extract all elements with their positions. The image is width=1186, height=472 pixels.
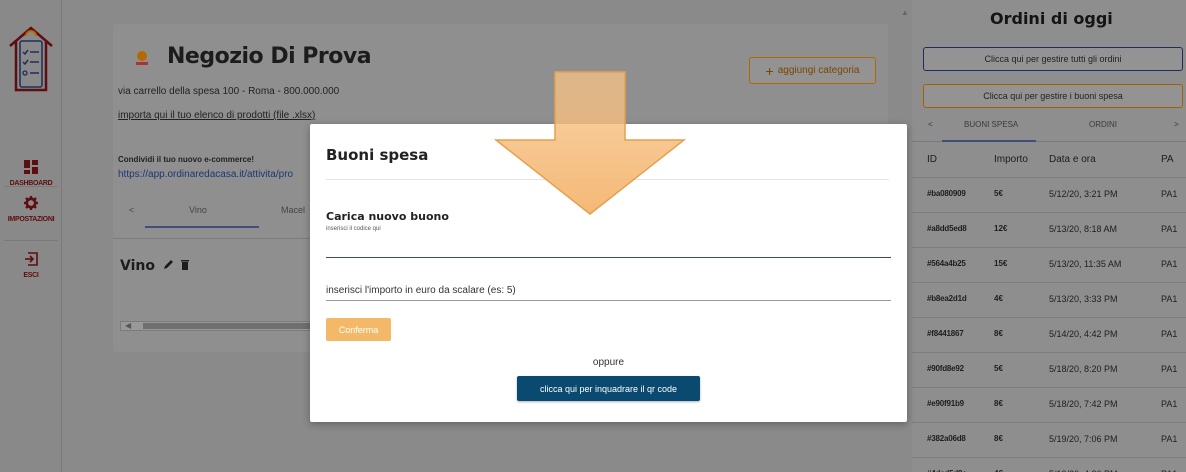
trash-icon[interactable]: [180, 259, 189, 270]
order-pa: PA1: [1161, 434, 1178, 444]
sidebar-item-impostazioni[interactable]: IMPOSTAZIONI: [0, 196, 62, 223]
sidebar-item-dashboard[interactable]: DASHBOARD: [0, 160, 62, 187]
table-row[interactable]: #b8ea2d1d 4€ 5/13/20, 3:33 PM PA1: [912, 282, 1186, 315]
chevron-right-icon[interactable]: >: [1174, 120, 1179, 129]
divider: [113, 238, 313, 239]
order-amount: 5€: [994, 364, 1003, 373]
shop-logo-icon: [136, 51, 148, 65]
scan-qr-button[interactable]: clicca qui per inquadrare il qr code: [517, 376, 700, 401]
category-name: Vino: [120, 258, 155, 274]
plus-icon: +: [765, 62, 774, 79]
order-datetime: 5/18/20, 7:42 PM: [1049, 399, 1118, 409]
order-pa: PA1: [1161, 189, 1178, 199]
shop-name: Negozio Di Prova: [167, 44, 372, 69]
manage-vouchers-button[interactable]: Clicca qui per gestire i buoni spesa: [923, 84, 1183, 108]
gear-icon: [24, 196, 38, 210]
dashboard-icon: [24, 160, 38, 174]
share-url-link[interactable]: https://app.ordinaredacasa.it/attivita/p…: [118, 169, 293, 180]
table-row[interactable]: #e90f91b9 8€ 5/18/20, 7:42 PM PA1: [912, 387, 1186, 420]
order-pa: PA1: [1161, 224, 1178, 234]
table-row[interactable]: #382a06d8 8€ 5/19/20, 7:06 PM PA1: [912, 422, 1186, 455]
scroll-left-icon[interactable]: ◀: [125, 321, 131, 330]
confirm-button[interactable]: Conferma: [326, 318, 391, 341]
order-amount: 8€: [994, 329, 1003, 338]
shop-address: via carrello della spesa 100 - Roma - 80…: [118, 86, 340, 97]
active-tab-indicator: [145, 226, 259, 228]
category-tabs: < Vino Macel: [113, 194, 313, 230]
order-id: #382a06d8: [927, 434, 966, 443]
table-row[interactable]: #ba080909 5€ 5/12/20, 3:21 PM PA1: [912, 177, 1186, 210]
house-checklist-icon: [9, 26, 53, 92]
import-products-link[interactable]: importa qui il tuo elenco di prodotti (f…: [118, 110, 315, 121]
modal-title: Buoni spesa: [326, 146, 429, 164]
order-pa: PA1: [1161, 294, 1178, 304]
orders-tabs: < BUONI SPESA ORDINI >: [912, 112, 1186, 142]
order-datetime: 5/13/20, 3:33 PM: [1049, 294, 1118, 304]
order-datetime: 5/13/20, 8:18 AM: [1049, 224, 1118, 234]
tab-buoni-spesa[interactable]: BUONI SPESA: [964, 120, 1018, 129]
tab-vino[interactable]: Vino: [189, 205, 207, 215]
order-id: #e90f91b9: [927, 399, 964, 408]
order-id: #b8ea2d1d: [927, 294, 967, 303]
order-pa: PA1: [1161, 399, 1178, 409]
sidebar: DASHBOARD IMPOSTAZIONI ESCI: [0, 0, 62, 472]
order-datetime: 5/13/20, 11:35 AM: [1049, 259, 1122, 269]
order-id: #f8441867: [927, 329, 964, 338]
order-amount: 8€: [994, 434, 1003, 443]
scrollbar-thumb[interactable]: [143, 323, 315, 329]
table-row[interactable]: #564a4b25 15€ 5/13/20, 11:35 AM PA1: [912, 247, 1186, 280]
column-header-id: ID: [927, 154, 937, 165]
order-id: #a8dd5ed8: [927, 224, 967, 233]
table-row[interactable]: #a8dd5ed8 12€ 5/13/20, 8:18 AM PA1: [912, 212, 1186, 245]
order-amount: 8€: [994, 399, 1003, 408]
order-id: #564a4b25: [927, 259, 966, 268]
order-datetime: 5/19/20, 7:06 PM: [1049, 434, 1118, 444]
column-header-pa: PA: [1161, 154, 1174, 165]
tab-ordini[interactable]: ORDINI: [1089, 120, 1117, 129]
column-header-datetime: Data e ora: [1049, 154, 1096, 165]
voucher-code-input[interactable]: [326, 236, 891, 258]
or-label: oppure: [592, 357, 625, 368]
order-pa: PA1: [1161, 329, 1178, 339]
chevron-left-icon[interactable]: <: [129, 205, 134, 215]
orders-title: Ordini di oggi: [990, 9, 1113, 28]
order-datetime: 5/14/20, 4:42 PM: [1049, 329, 1118, 339]
table-row[interactable]: #f8441867 8€ 5/14/20, 4:42 PM PA1: [912, 317, 1186, 350]
table-row[interactable]: #90fd8e92 5€ 5/18/20, 8:20 PM PA1: [912, 352, 1186, 385]
sidebar-item-label: ESCI: [23, 272, 39, 279]
sidebar-item-esci[interactable]: ESCI: [0, 252, 62, 279]
upload-voucher-label: Carica nuovo buono: [326, 210, 449, 223]
sidebar-item-label: IMPOSTAZIONI: [7, 216, 55, 223]
add-category-label: aggiungi categoria: [777, 65, 860, 76]
amount-input[interactable]: [326, 281, 891, 301]
tab-macel[interactable]: Macel: [281, 205, 305, 215]
table-row[interactable]: #4dcd5d9c4€5/19/20, 4:36 PMPA1: [912, 457, 1186, 472]
chevron-left-icon[interactable]: <: [928, 120, 933, 129]
manage-orders-button[interactable]: Clicca qui per gestire tutti gli ordini: [923, 47, 1183, 71]
horizontal-scrollbar[interactable]: ◀: [120, 321, 315, 331]
add-category-button[interactable]: + aggiungi categoria: [749, 57, 876, 84]
code-field-hint: inserisci il codice qui: [326, 226, 381, 232]
divider: [4, 186, 58, 187]
order-datetime: 5/18/20, 8:20 PM: [1049, 364, 1118, 374]
order-pa: PA1: [1161, 364, 1178, 374]
share-label: Condividi il tuo nuovo e-commerce!: [118, 155, 255, 164]
active-tab-indicator: [942, 140, 1036, 142]
pencil-icon[interactable]: [163, 259, 174, 270]
order-amount: 15€: [994, 259, 1008, 268]
order-id: #ba080909: [927, 189, 966, 198]
order-datetime: 5/12/20, 3:21 PM: [1049, 189, 1118, 199]
order-amount: 12€: [994, 224, 1008, 233]
order-id: #90fd8e92: [927, 364, 964, 373]
order-pa: PA1: [1161, 259, 1178, 269]
arrow-down-icon: [493, 71, 687, 215]
exit-icon: [25, 252, 38, 266]
divider: [4, 240, 58, 241]
category-heading: Vino: [120, 258, 189, 274]
scroll-up-icon[interactable]: ▲: [901, 8, 909, 17]
order-amount: 4€: [994, 294, 1003, 303]
column-header-importo: Importo: [994, 154, 1028, 165]
order-amount: 5€: [994, 189, 1003, 198]
orders-panel: Ordini di oggi Clicca qui per gestire tu…: [912, 0, 1186, 472]
